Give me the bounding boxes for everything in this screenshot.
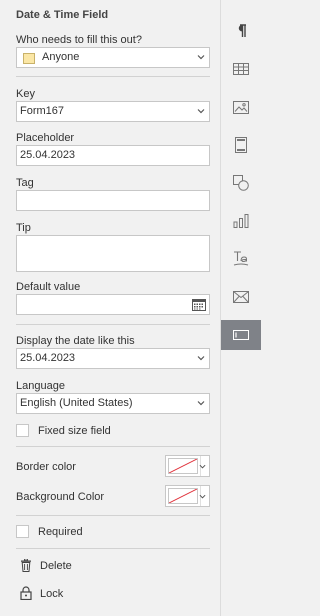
language-label: Language	[16, 380, 65, 392]
no-color-icon	[169, 459, 197, 473]
calendar-icon[interactable]	[192, 298, 206, 311]
placeholder-input[interactable]: 25.04.2023	[16, 145, 210, 166]
divider	[16, 548, 210, 549]
text-art-icon	[233, 251, 249, 266]
divider	[16, 515, 210, 516]
key-value: Form167	[20, 105, 65, 117]
no-color-swatch	[168, 458, 198, 474]
who-value: Anyone	[42, 51, 80, 63]
lock-button[interactable]: Lock	[16, 586, 96, 602]
header-footer-settings-button[interactable]	[221, 130, 261, 160]
shape-settings-button[interactable]	[221, 168, 261, 198]
date-format-value: 25.04.2023	[20, 352, 76, 364]
mail-merge-settings-button[interactable]	[221, 282, 261, 312]
fixed-size-label: Fixed size field	[38, 425, 111, 437]
lock-label: Lock	[40, 588, 64, 600]
table-icon	[233, 63, 249, 75]
default-value-input[interactable]	[16, 294, 210, 315]
header-footer-icon	[235, 137, 247, 153]
delete-button[interactable]: Delete	[16, 558, 96, 574]
date-format-label: Display the date like this	[16, 335, 135, 347]
language-value: English (United States)	[20, 397, 133, 409]
chart-settings-button[interactable]	[221, 206, 261, 236]
fixed-size-checkbox[interactable]	[16, 424, 29, 437]
background-color-label: Background Color	[16, 491, 105, 503]
key-label: Key	[16, 88, 35, 100]
key-select[interactable]: Form167	[16, 101, 210, 122]
chevron-down-icon	[197, 356, 205, 361]
who-label: Who needs to fill this out?	[16, 34, 142, 46]
chevron-down-icon	[197, 401, 205, 406]
image-settings-button[interactable]	[221, 92, 261, 122]
divider	[16, 446, 210, 447]
shape-icon	[233, 175, 249, 191]
default-value-label: Default value	[16, 281, 81, 293]
placeholder-label: Placeholder	[16, 132, 75, 144]
chevron-down-icon	[197, 55, 205, 60]
table-settings-button[interactable]	[221, 54, 261, 84]
field-settings-panel: Date & Time Field Who needs to fill this…	[0, 0, 219, 616]
divider	[16, 324, 210, 325]
border-color-picker[interactable]	[165, 455, 210, 477]
chevron-down-icon	[197, 109, 205, 114]
tag-input[interactable]	[16, 190, 210, 211]
tip-textarea[interactable]	[16, 235, 210, 272]
chevron-down-icon	[199, 464, 206, 469]
role-color-swatch	[23, 53, 35, 64]
chart-icon	[233, 214, 249, 228]
paragraph-settings-button[interactable]	[221, 16, 261, 46]
required-checkbox[interactable]	[16, 525, 29, 538]
form-field-settings-button[interactable]	[221, 320, 261, 350]
lock-icon	[20, 586, 32, 600]
background-color-picker[interactable]	[165, 485, 210, 507]
no-color-icon	[169, 489, 197, 503]
tip-label: Tip	[16, 222, 31, 234]
delete-label: Delete	[40, 560, 72, 572]
no-color-swatch	[168, 488, 198, 504]
date-format-select[interactable]: 25.04.2023	[16, 348, 210, 369]
form-field-icon	[233, 330, 249, 340]
divider	[16, 76, 210, 77]
language-select[interactable]: English (United States)	[16, 393, 210, 414]
who-select[interactable]: Anyone	[16, 47, 210, 68]
right-toolbar	[220, 0, 261, 616]
image-icon	[233, 100, 249, 114]
required-label: Required	[38, 526, 83, 538]
border-color-label: Border color	[16, 461, 76, 473]
paragraph-icon	[238, 24, 246, 37]
trash-icon	[21, 559, 31, 572]
chevron-down-icon	[199, 494, 206, 499]
panel-title: Date & Time Field	[16, 9, 109, 21]
text-art-settings-button[interactable]	[221, 244, 261, 274]
mail-merge-icon	[233, 291, 249, 303]
tag-label: Tag	[16, 177, 34, 189]
